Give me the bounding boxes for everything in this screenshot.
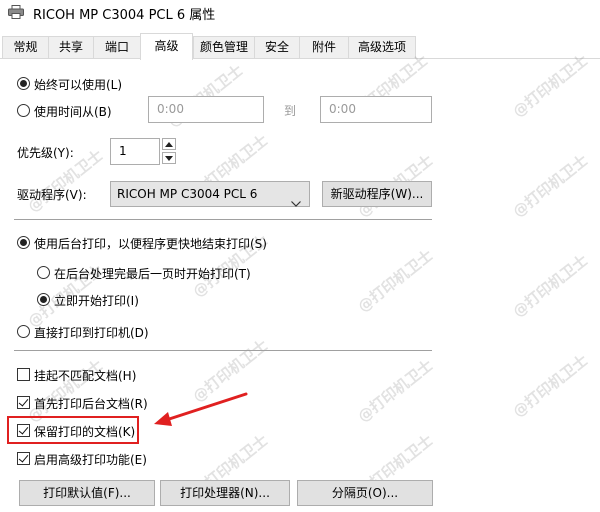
always-available-radio[interactable]: [17, 77, 30, 90]
window-title: RICOH MP C3004 PCL 6 属性: [33, 8, 216, 23]
annotation-arrow-icon: [150, 390, 250, 433]
arrow-up-icon: [165, 142, 173, 147]
start-after-last-page-label: 在后台处理完最后一页时开始打印(T): [54, 267, 251, 281]
tab-color-management[interactable]: 颜色管理: [193, 36, 255, 59]
hold-mismatched-label: 挂起不匹配文档(H): [34, 369, 137, 383]
arrow-down-icon: [165, 156, 173, 161]
print-spooled-first-checkbox[interactable]: [17, 396, 30, 409]
print-direct-radio[interactable]: [17, 325, 30, 338]
driver-select-value: RICOH MP C3004 PCL 6: [117, 187, 258, 201]
spool-label: 使用后台打印，以便程序更快地结束打印(S): [34, 237, 267, 251]
print-processor-button[interactable]: 打印处理器(N)...: [160, 480, 290, 506]
separator-page-button[interactable]: 分隔页(O)...: [297, 480, 433, 506]
print-spooled-first-label: 首先打印后台文档(R): [34, 397, 148, 411]
spool-radio[interactable]: [17, 236, 30, 249]
tab-advanced[interactable]: 高级: [140, 33, 193, 60]
printing-defaults-button[interactable]: 打印默认值(F)...: [19, 480, 155, 506]
tab-attachments[interactable]: 附件: [299, 36, 349, 59]
separator: [14, 350, 432, 351]
print-direct-label: 直接打印到打印机(D): [34, 326, 149, 340]
hold-mismatched-checkbox[interactable]: [17, 368, 30, 381]
chevron-down-icon: [291, 191, 301, 215]
driver-label: 驱动程序(V):: [17, 188, 87, 202]
printer-icon: [8, 5, 24, 19]
advanced-panel: [0, 59, 600, 512]
driver-select[interactable]: RICOH MP C3004 PCL 6: [110, 181, 310, 207]
priority-up-button[interactable]: [162, 138, 176, 150]
tab-advanced-options[interactable]: 高级选项: [348, 36, 416, 59]
priority-label: 优先级(Y):: [17, 146, 74, 160]
tab-general[interactable]: 常规: [2, 36, 49, 59]
start-immediately-label: 立即开始打印(I): [54, 294, 139, 308]
keep-printed-documents-label: 保留打印的文档(K): [34, 425, 136, 439]
start-immediately-radio[interactable]: [37, 293, 50, 306]
start-after-last-page-radio[interactable]: [37, 266, 50, 279]
tab-ports[interactable]: 端口: [93, 36, 141, 59]
advanced-features-checkbox[interactable]: [17, 452, 30, 465]
new-driver-button[interactable]: 新驱动程序(W)...: [322, 181, 432, 207]
start-time-field[interactable]: 0:00: [148, 96, 264, 123]
advanced-features-label: 启用高级打印功能(E): [34, 453, 147, 467]
available-from-label: 使用时间从(B): [34, 105, 112, 119]
priority-down-button[interactable]: [162, 152, 176, 164]
tab-security[interactable]: 安全: [254, 36, 300, 59]
keep-printed-documents-checkbox[interactable]: [17, 424, 30, 437]
separator: [14, 219, 432, 220]
title-bar: RICOH MP C3004 PCL 6 属性: [0, 0, 600, 26]
always-available-label: 始终可以使用(L): [34, 78, 123, 92]
to-label: 到: [284, 104, 297, 118]
priority-input[interactable]: 1: [110, 138, 160, 165]
available-from-radio[interactable]: [17, 104, 30, 117]
tab-sharing[interactable]: 共享: [48, 36, 94, 59]
end-time-field[interactable]: 0:00: [320, 96, 432, 123]
